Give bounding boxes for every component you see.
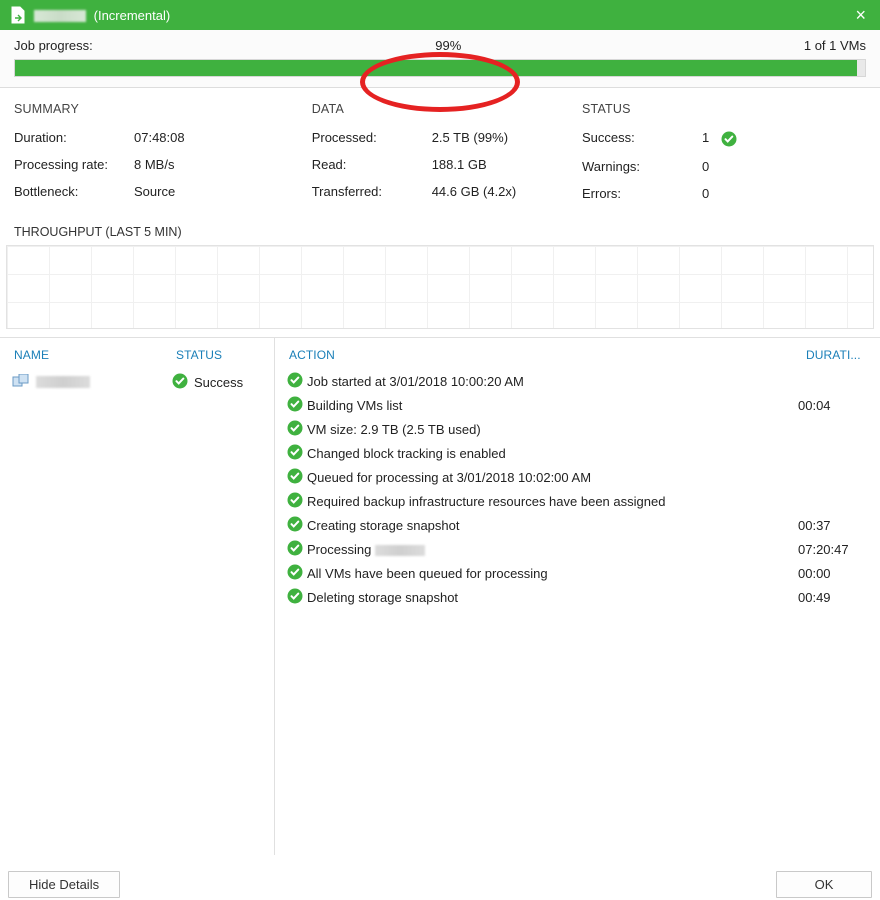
success-check-icon	[287, 444, 305, 463]
job-name-redacted	[34, 10, 86, 22]
action-duration: 00:00	[798, 566, 868, 581]
success-check-icon	[287, 492, 305, 511]
action-duration: 00:37	[798, 518, 868, 533]
duration-label: Duration:	[14, 130, 134, 145]
read-label: Read:	[312, 157, 432, 172]
throughput-heading: THROUGHPUT (LAST 5 MIN)	[0, 221, 880, 245]
bottleneck-value: Source	[134, 184, 302, 199]
action-duration: 00:04	[798, 398, 868, 413]
hide-details-button[interactable]: Hide Details	[8, 871, 120, 898]
transferred-value: 44.6 GB (4.2x)	[432, 184, 572, 199]
vm-name-redacted	[36, 376, 90, 388]
action-text: VM size: 2.9 TB (2.5 TB used)	[305, 422, 798, 437]
vm-status-check-icon	[172, 373, 188, 392]
action-row[interactable]: Creating storage snapshot00:37	[283, 514, 872, 538]
action-log-pane: ACTION DURATI... Job started at 3/01/201…	[275, 338, 880, 855]
summary-heading: SUMMARY	[14, 102, 302, 116]
errors-value: 0	[702, 186, 856, 201]
action-text: Job started at 3/01/2018 10:00:20 AM	[305, 374, 798, 389]
success-label: Success:	[582, 130, 702, 147]
footer: Hide Details OK	[0, 868, 880, 900]
action-text: Deleting storage snapshot	[305, 590, 798, 605]
errors-label: Errors:	[582, 186, 702, 201]
action-duration: 00:49	[798, 590, 868, 605]
job-mode: (Incremental)	[94, 8, 171, 23]
success-check-icon	[721, 131, 737, 147]
action-row[interactable]: Job started at 3/01/2018 10:00:20 AM	[283, 370, 872, 394]
action-row[interactable]: Processing 07:20:47	[283, 538, 872, 562]
ok-button[interactable]: OK	[776, 871, 872, 898]
rate-value: 8 MB/s	[134, 157, 302, 172]
warnings-label: Warnings:	[582, 159, 702, 174]
success-check-icon	[287, 516, 305, 535]
success-check-icon	[287, 564, 305, 583]
success-value: 1	[702, 130, 856, 147]
vm-list-pane: NAME STATUS Success	[0, 338, 275, 855]
success-check-icon	[287, 588, 305, 607]
success-check-icon	[287, 372, 305, 391]
stats-panel: SUMMARY Duration:07:48:08 Processing rat…	[0, 88, 880, 221]
success-check-icon	[287, 420, 305, 439]
col-action-header[interactable]: ACTION	[283, 348, 806, 362]
action-text: All VMs have been queued for processing	[305, 566, 798, 581]
read-value: 188.1 GB	[432, 157, 572, 172]
progress-label: Job progress:	[14, 38, 93, 53]
warnings-value: 0	[702, 159, 856, 174]
data-heading: DATA	[312, 102, 572, 116]
summary-column: SUMMARY Duration:07:48:08 Processing rat…	[14, 102, 312, 213]
progress-percent: 99%	[93, 38, 804, 53]
document-arrow-icon	[10, 6, 26, 24]
details-panel: NAME STATUS Success ACTION DURATI...	[0, 337, 880, 855]
action-row[interactable]: Changed block tracking is enabled	[283, 442, 872, 466]
action-text: Changed block tracking is enabled	[305, 446, 798, 461]
action-name-redacted	[375, 545, 425, 556]
action-list: Job started at 3/01/2018 10:00:20 AM Buil…	[283, 370, 872, 610]
vm-status-text: Success	[194, 375, 243, 390]
col-name-header[interactable]: NAME	[8, 348, 176, 362]
col-duration-header[interactable]: DURATI...	[806, 348, 872, 362]
action-row[interactable]: Building VMs list00:04	[283, 394, 872, 418]
action-row[interactable]: Required backup infrastructure resources…	[283, 490, 872, 514]
progress-bar	[14, 59, 866, 77]
throughput-chart	[6, 245, 874, 329]
action-text: Required backup infrastructure resources…	[305, 494, 798, 509]
action-row[interactable]: VM size: 2.9 TB (2.5 TB used)	[283, 418, 872, 442]
processed-label: Processed:	[312, 130, 432, 145]
vm-row[interactable]: Success	[8, 370, 266, 395]
action-duration: 07:20:47	[798, 542, 868, 557]
progress-vm-count: 1 of 1 VMs	[804, 38, 866, 53]
processed-value: 2.5 TB (99%)	[432, 130, 572, 145]
success-check-icon	[287, 540, 305, 559]
transferred-label: Transferred:	[312, 184, 432, 199]
rate-label: Processing rate:	[14, 157, 134, 172]
col-status-header[interactable]: STATUS	[176, 348, 266, 362]
action-text: Queued for processing at 3/01/2018 10:02…	[305, 470, 798, 485]
close-icon[interactable]: ×	[851, 6, 870, 24]
action-row[interactable]: Queued for processing at 3/01/2018 10:02…	[283, 466, 872, 490]
action-text: Processing	[305, 542, 798, 557]
vm-icon	[12, 374, 30, 390]
progress-bar-fill	[15, 60, 857, 76]
success-count: 1	[702, 130, 709, 145]
status-heading: STATUS	[582, 102, 856, 116]
action-row[interactable]: All VMs have been queued for processing0…	[283, 562, 872, 586]
progress-section: Job progress: 99% 1 of 1 VMs	[0, 30, 880, 88]
success-check-icon	[287, 468, 305, 487]
bottleneck-label: Bottleneck:	[14, 184, 134, 199]
duration-value: 07:48:08	[134, 130, 302, 145]
titlebar: (Incremental) ×	[0, 0, 880, 30]
success-check-icon	[287, 396, 305, 415]
action-text: Building VMs list	[305, 398, 798, 413]
window-title: (Incremental)	[34, 8, 170, 23]
action-text: Creating storage snapshot	[305, 518, 798, 533]
data-column: DATA Processed:2.5 TB (99%) Read:188.1 G…	[312, 102, 582, 213]
status-column: STATUS Success: 1 Warnings:0 Errors:0	[582, 102, 866, 213]
action-row[interactable]: Deleting storage snapshot00:49	[283, 586, 872, 610]
